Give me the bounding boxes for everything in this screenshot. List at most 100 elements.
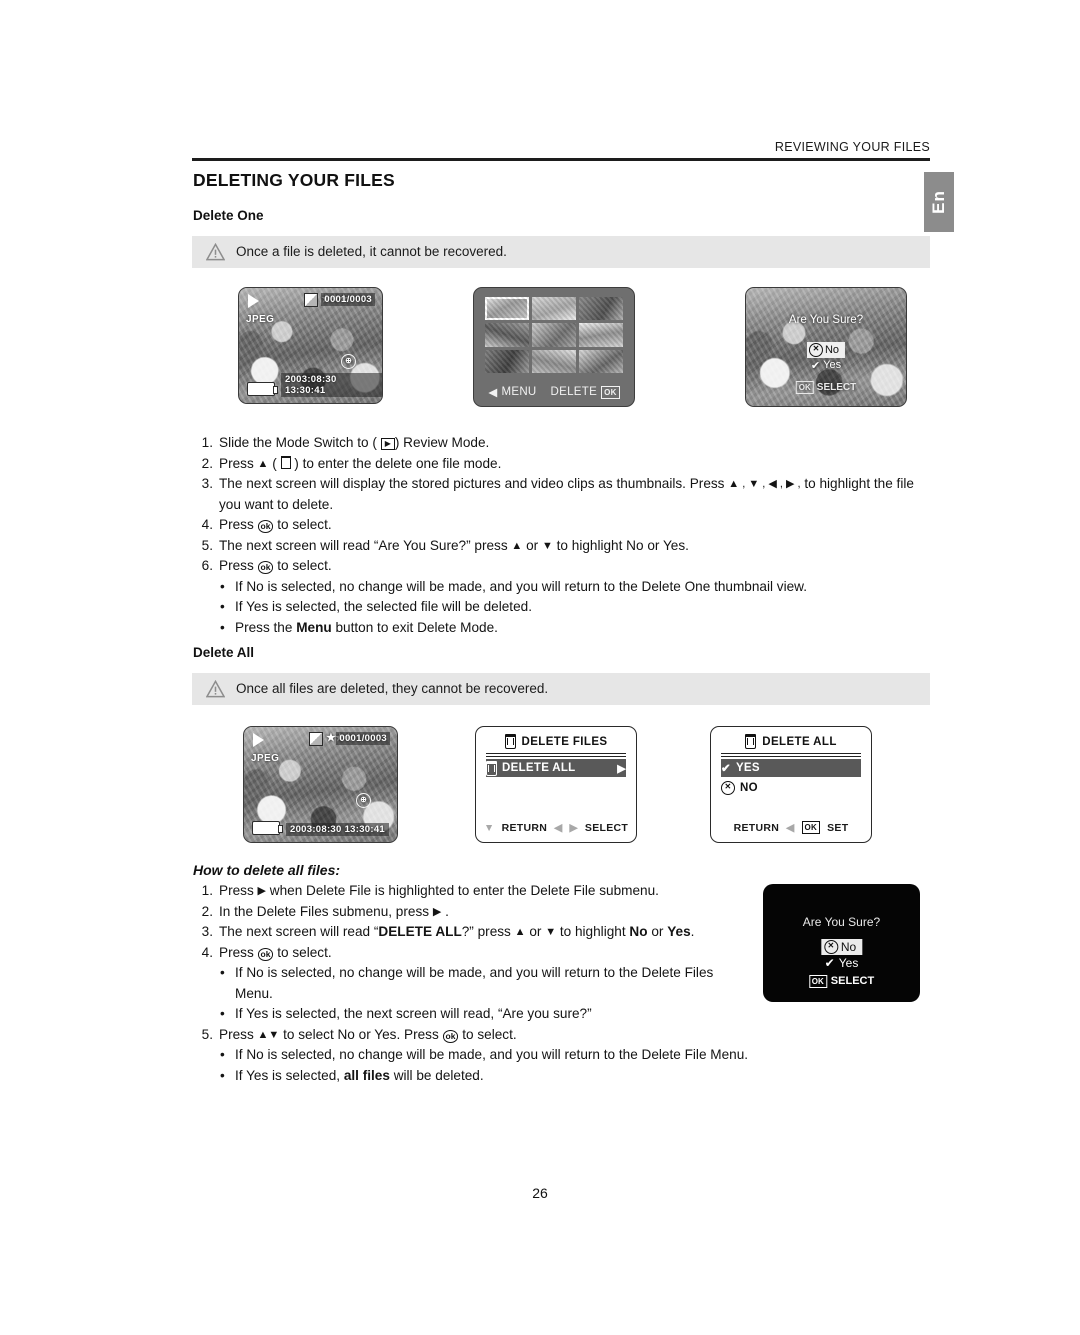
thumbnail-cell[interactable] <box>532 297 576 321</box>
are-you-sure-overlay: Are You Sure? ✕ No ✔ Yes OK SELECT <box>746 288 906 406</box>
step-number: 5. <box>201 537 213 553</box>
warning-triangle-icon <box>206 243 225 261</box>
menu-return-label: RETURN <box>501 822 548 834</box>
menu-button-name: Menu <box>296 619 332 635</box>
step-number: 4. <box>201 944 213 960</box>
confirm-yes-label: Yes <box>823 359 842 372</box>
menu-title: DELETE ALL <box>711 734 871 749</box>
menu-item-no[interactable]: ✕ NO <box>721 779 861 797</box>
menu-item-label: DELETE ALL <box>502 762 576 774</box>
thumbnail-cell[interactable] <box>532 323 576 347</box>
thumbnail-cell[interactable] <box>579 323 623 347</box>
ok-button-icon: OK <box>801 821 821 834</box>
lcd-are-you-sure-dialog: Are You Sure? ✕ No ✔ Yes OK SELECT <box>763 884 920 1002</box>
step-text: Press <box>219 517 254 532</box>
step-text: Press <box>219 883 254 898</box>
bullet-dot: • <box>220 619 225 635</box>
x-circle-icon: ✕ <box>721 781 735 795</box>
right-arrow-icon: ▶ <box>569 822 578 834</box>
format-label: JPEG <box>246 314 275 325</box>
step-mid-d: or <box>651 924 664 939</box>
thumbnail-cell[interactable] <box>485 349 529 373</box>
step-mid: or <box>526 537 539 553</box>
step-text: Press <box>219 1026 254 1042</box>
menu-item-label: NO <box>740 782 758 794</box>
confirm-yes-option[interactable]: ✔ Yes <box>811 359 841 372</box>
direction-arrows-icons: ▲ , ▼ , ◀ , ▶ , <box>728 478 801 490</box>
bullet-text-suffix: will be deleted. <box>393 1067 484 1083</box>
thumbnail-cell[interactable] <box>485 297 529 321</box>
step-text: Slide the Mode Switch to ( <box>219 435 377 450</box>
confirm-no-option[interactable]: ✕ No <box>806 342 846 359</box>
running-head: REVIEWING YOUR FILES <box>774 140 930 154</box>
file-counter: 0001/0003 <box>336 732 390 745</box>
format-label: JPEG <box>251 753 280 764</box>
down-arrow-icon: ▼ <box>541 539 553 552</box>
step-text-after: . <box>445 903 449 919</box>
ok-button-icon: OK <box>795 381 814 395</box>
bullet-text-suffix: button to exit Delete Mode. <box>335 619 498 635</box>
step-text: The next screen will read “Are You Sure?… <box>219 537 508 553</box>
resolution-icon <box>304 293 318 307</box>
warning-text-delete-all: Once all files are deleted, they cannot … <box>236 681 549 696</box>
step-item: 6. Press ok to select. <box>193 556 933 577</box>
dialog-yes-label: Yes <box>838 955 859 970</box>
step-number: 5. <box>201 1026 213 1042</box>
x-circle-icon: ✕ <box>823 940 838 955</box>
play-icon <box>253 733 264 747</box>
grid-delete-action[interactable]: DELETE OK <box>550 385 620 399</box>
bullet-item: • If No is selected, no change will be m… <box>193 1045 753 1066</box>
step-text-after: when Delete File is highlighted to enter… <box>269 883 659 898</box>
menu-title: DELETE FILES <box>476 734 636 749</box>
step-number: 3. <box>201 924 213 939</box>
step-mid-e: . <box>690 924 695 939</box>
bullet-dot: • <box>220 578 225 594</box>
menu-select-label: SELECT <box>584 822 629 834</box>
thumbnail-cell[interactable] <box>579 349 623 373</box>
section-heading-delete-all: Delete All <box>193 645 255 660</box>
menu-divider <box>721 753 861 757</box>
yes-emphasis: Yes <box>667 924 691 939</box>
bullet-item: • If Yes is selected, the next screen wi… <box>193 1004 753 1025</box>
warning-bar-delete-all: Once all files are deleted, they cannot … <box>192 673 930 705</box>
bullet-text: If Yes is selected, the selected file wi… <box>235 599 532 614</box>
thumbnail-cell[interactable] <box>532 349 576 373</box>
manual-page: REVIEWING YOUR FILES En DELETING YOUR FI… <box>0 0 1080 1335</box>
dialog-yes-option[interactable]: ✔ Yes <box>825 956 859 970</box>
page-number: 26 <box>532 1185 548 1201</box>
bullet-item: • If Yes is selected, all files will be … <box>193 1066 753 1087</box>
up-arrow-icon: ▲ <box>511 539 523 552</box>
menu-item-yes[interactable]: ✔ YES <box>721 759 861 777</box>
step-text: Press <box>219 558 254 573</box>
bullet-text: If No is selected, no change will be mad… <box>235 1047 749 1062</box>
no-emphasis: No <box>629 924 648 939</box>
lcd-thumbnail-grid-screen: ◀ MENU DELETE OK <box>473 287 635 407</box>
trash-icon <box>745 734 757 749</box>
dialog-no-option[interactable]: ✕ No <box>820 939 863 956</box>
grid-menu-action[interactable]: ◀ MENU <box>488 385 536 399</box>
step-item: 2. Press ▲ ( ) to enter the delete one f… <box>193 454 933 475</box>
bullet-item: • If No is selected, no change will be m… <box>193 963 753 1004</box>
thumbnail-cell[interactable] <box>579 297 623 321</box>
step-mid-a: ?” press <box>461 924 511 939</box>
menu-title-label: DELETE FILES <box>521 735 608 748</box>
right-arrow-icon: ▶ <box>432 905 442 918</box>
ok-button-icon: ok <box>257 520 274 533</box>
menu-item-delete-all[interactable]: DELETE ALL ▶ <box>486 759 626 777</box>
dialog-title: Are You Sure? <box>802 914 881 929</box>
grid-footer: ◀ MENU DELETE OK <box>474 385 634 399</box>
down-arrow-icon: ▼ <box>268 1028 280 1041</box>
grid-delete-label: DELETE <box>550 386 598 398</box>
step-mid-c: to highlight <box>559 924 626 939</box>
thumbnail-cell[interactable] <box>485 323 529 347</box>
section-heading-delete-one: Delete One <box>193 208 264 223</box>
bullet-text: If Yes is selected, the next screen will… <box>235 1006 592 1021</box>
left-arrow-icon: ◀ <box>786 821 795 834</box>
battery-icon <box>247 382 278 396</box>
ok-button-icon: ok <box>442 1029 459 1043</box>
right-arrow-icon: ▶ <box>617 762 626 775</box>
up-arrow-icon: ▲ <box>257 1028 269 1041</box>
play-icon: ▶ <box>380 438 395 450</box>
down-arrow-icon: ▼ <box>545 926 557 938</box>
menu-return-label: RETURN <box>733 821 780 834</box>
